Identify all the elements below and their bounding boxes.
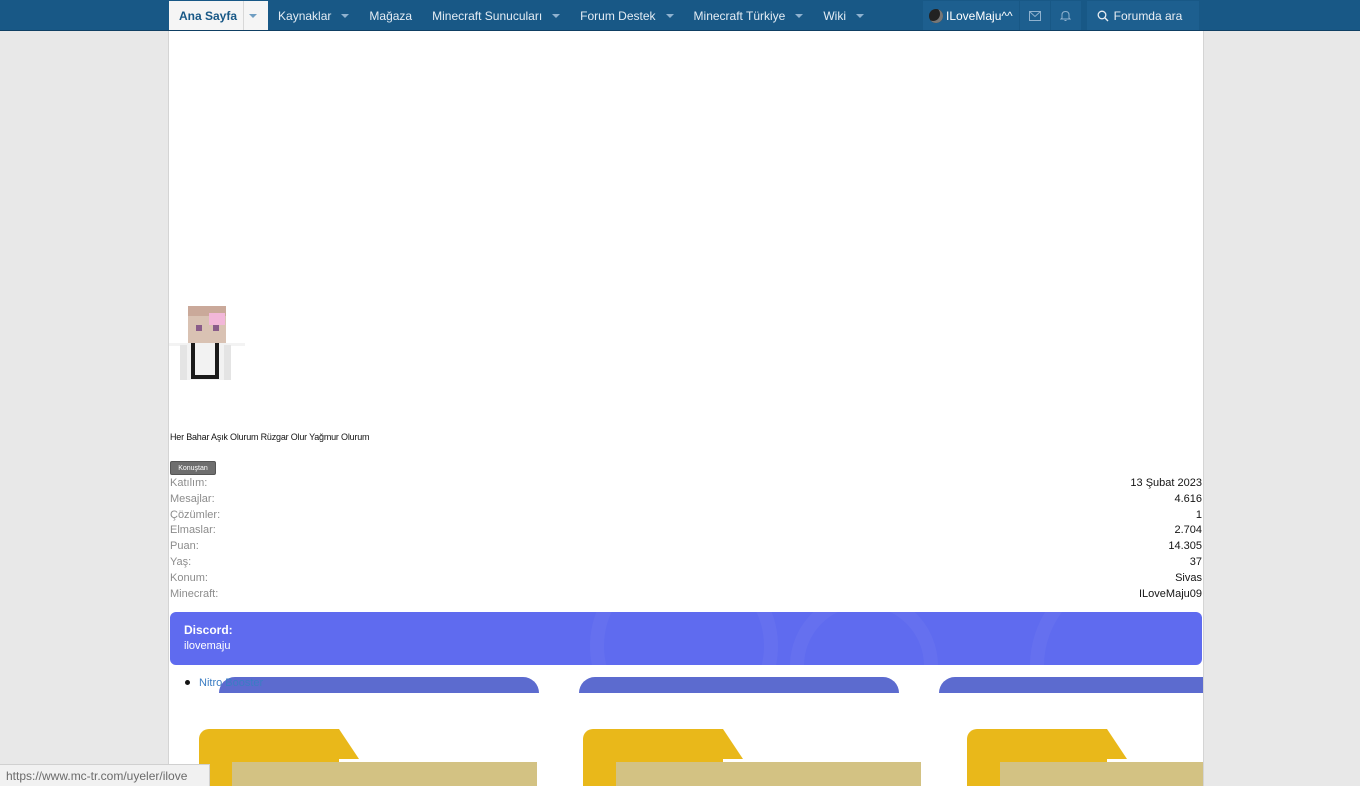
- stat-label: Çözümler:: [170, 508, 221, 521]
- tab-ana-sayfa-dropdown[interactable]: [243, 1, 262, 30]
- stat-value[interactable]: 4.616: [1174, 492, 1202, 508]
- folder-image-front: [1000, 762, 1203, 786]
- nitro-booster-image-link[interactable]: Nitro Booster: [199, 677, 263, 689]
- stat-value: 13 Şubat 2023: [1130, 477, 1202, 489]
- tab-label: Minecraft Sunucuları: [432, 8, 543, 23]
- stat-value: 1: [1195, 508, 1202, 521]
- nitro-banner-shape: [219, 677, 539, 693]
- stat-label: Katılım:: [170, 477, 208, 489]
- discord-decoration: [790, 612, 938, 665]
- inbox-button[interactable]: [1019, 1, 1050, 30]
- folder-image-tab: [1107, 729, 1127, 759]
- tab-label: Mağaza: [369, 8, 413, 23]
- chevron-down-icon[interactable]: [552, 13, 561, 18]
- stat-value: 37: [1189, 555, 1202, 568]
- profile-content: Her Bahar Aşık Olurum Rüzgar Olur Yağmur…: [168, 31, 1204, 786]
- search-label: Forumda ara: [1113, 8, 1183, 23]
- tab-label: Kaynaklar: [278, 8, 332, 23]
- discord-decoration: [590, 612, 778, 665]
- envelope-icon: [1028, 10, 1041, 21]
- stat-row: Elmaslar: 2.704: [170, 523, 1202, 539]
- bell-icon: [1060, 10, 1072, 21]
- chevron-down-icon[interactable]: [665, 13, 674, 18]
- user-menu-link[interactable]: ILoveMaju^^: [923, 1, 1019, 30]
- chevron-down-icon: [249, 13, 258, 18]
- user-status-text: Her Bahar Aşık Olurum Rüzgar Olur Yağmur…: [170, 432, 370, 442]
- stat-label: Mesajlar:: [170, 492, 215, 505]
- tab-kaynaklar[interactable]: Kaynaklar: [268, 1, 359, 30]
- search-button[interactable]: Forumda ara: [1086, 1, 1199, 30]
- stat-value: ILoveMaju09: [1139, 587, 1202, 600]
- stat-label: Konum:: [170, 571, 208, 584]
- tab-ana-sayfa[interactable]: Ana Sayfa: [169, 1, 269, 30]
- user-stats-list: Katılım: 13 Şubat 2023 Mesajlar: 4.616 Çöz…: [170, 476, 1202, 602]
- tab-forum-destek[interactable]: Forum Destek: [570, 1, 683, 30]
- main-nav: Ana Sayfa Kaynaklar Mağaza Minecraft Sun…: [169, 1, 874, 30]
- top-navigation-bar: Ana Sayfa Kaynaklar Mağaza Minecraft Sun…: [0, 0, 1360, 31]
- discord-decoration: [1030, 612, 1202, 665]
- browser-status-url: https://www.mc-tr.com/uyeler/ilove: [0, 764, 210, 786]
- alerts-button[interactable]: [1050, 1, 1081, 30]
- nav-user-area: ILoveMaju^^ Forumda ara: [923, 1, 1199, 30]
- stat-row: Puan: 14.305: [170, 539, 1202, 555]
- nitro-banner-shape: [939, 677, 1203, 693]
- tab-wiki[interactable]: Wiki: [813, 1, 874, 30]
- stat-row: Minecraft: ILoveMaju09: [170, 587, 1202, 603]
- tab-label: Ana Sayfa: [179, 8, 238, 23]
- stat-row: Katılım: 13 Şubat 2023: [170, 476, 1202, 492]
- tab-magaza[interactable]: Mağaza: [359, 1, 422, 30]
- folder-image-front: [232, 762, 537, 786]
- chevron-down-icon[interactable]: [795, 13, 804, 18]
- stat-row: Konum: Sivas: [170, 571, 1202, 587]
- list-bullet: [185, 680, 190, 685]
- chevron-down-icon[interactable]: [856, 13, 865, 18]
- discord-username: ilovemaju: [184, 640, 231, 652]
- discord-label: Discord:: [184, 623, 233, 637]
- stat-value[interactable]: Sivas: [1175, 571, 1202, 587]
- stat-row: Yaş: 37: [170, 555, 1202, 571]
- stat-label: Puan:: [170, 540, 199, 553]
- stat-value[interactable]: 14.305: [1168, 539, 1202, 555]
- tab-label: Minecraft Türkiye: [693, 8, 786, 23]
- folder-image-tab: [339, 729, 359, 759]
- folder-image-front: [616, 762, 921, 786]
- stat-value: 2.704: [1174, 524, 1202, 537]
- stat-label: Elmaslar:: [170, 524, 216, 537]
- discord-box: Discord: ilovemaju: [170, 612, 1202, 665]
- tab-label: Wiki: [823, 8, 847, 23]
- avatar: [929, 8, 943, 23]
- stat-label: Minecraft:: [170, 587, 219, 600]
- nitro-banner-shape: [579, 677, 899, 693]
- tab-label: Forum Destek: [580, 8, 656, 23]
- folder-image-tab: [723, 729, 743, 759]
- stat-row: Çözümler: 1: [170, 508, 1202, 524]
- stat-label: Yaş:: [170, 555, 192, 568]
- user-title-badge: Konuştan: [170, 461, 216, 475]
- minecraft-skin-image: [169, 306, 245, 380]
- username: ILoveMaju^^: [946, 8, 1013, 23]
- stat-row: Mesajlar: 4.616: [170, 492, 1202, 508]
- chevron-down-icon[interactable]: [341, 13, 350, 18]
- tab-minecraft-sunuculari[interactable]: Minecraft Sunucuları: [422, 1, 570, 30]
- search-icon: [1097, 10, 1109, 21]
- tab-minecraft-turkiye[interactable]: Minecraft Türkiye: [684, 1, 814, 30]
